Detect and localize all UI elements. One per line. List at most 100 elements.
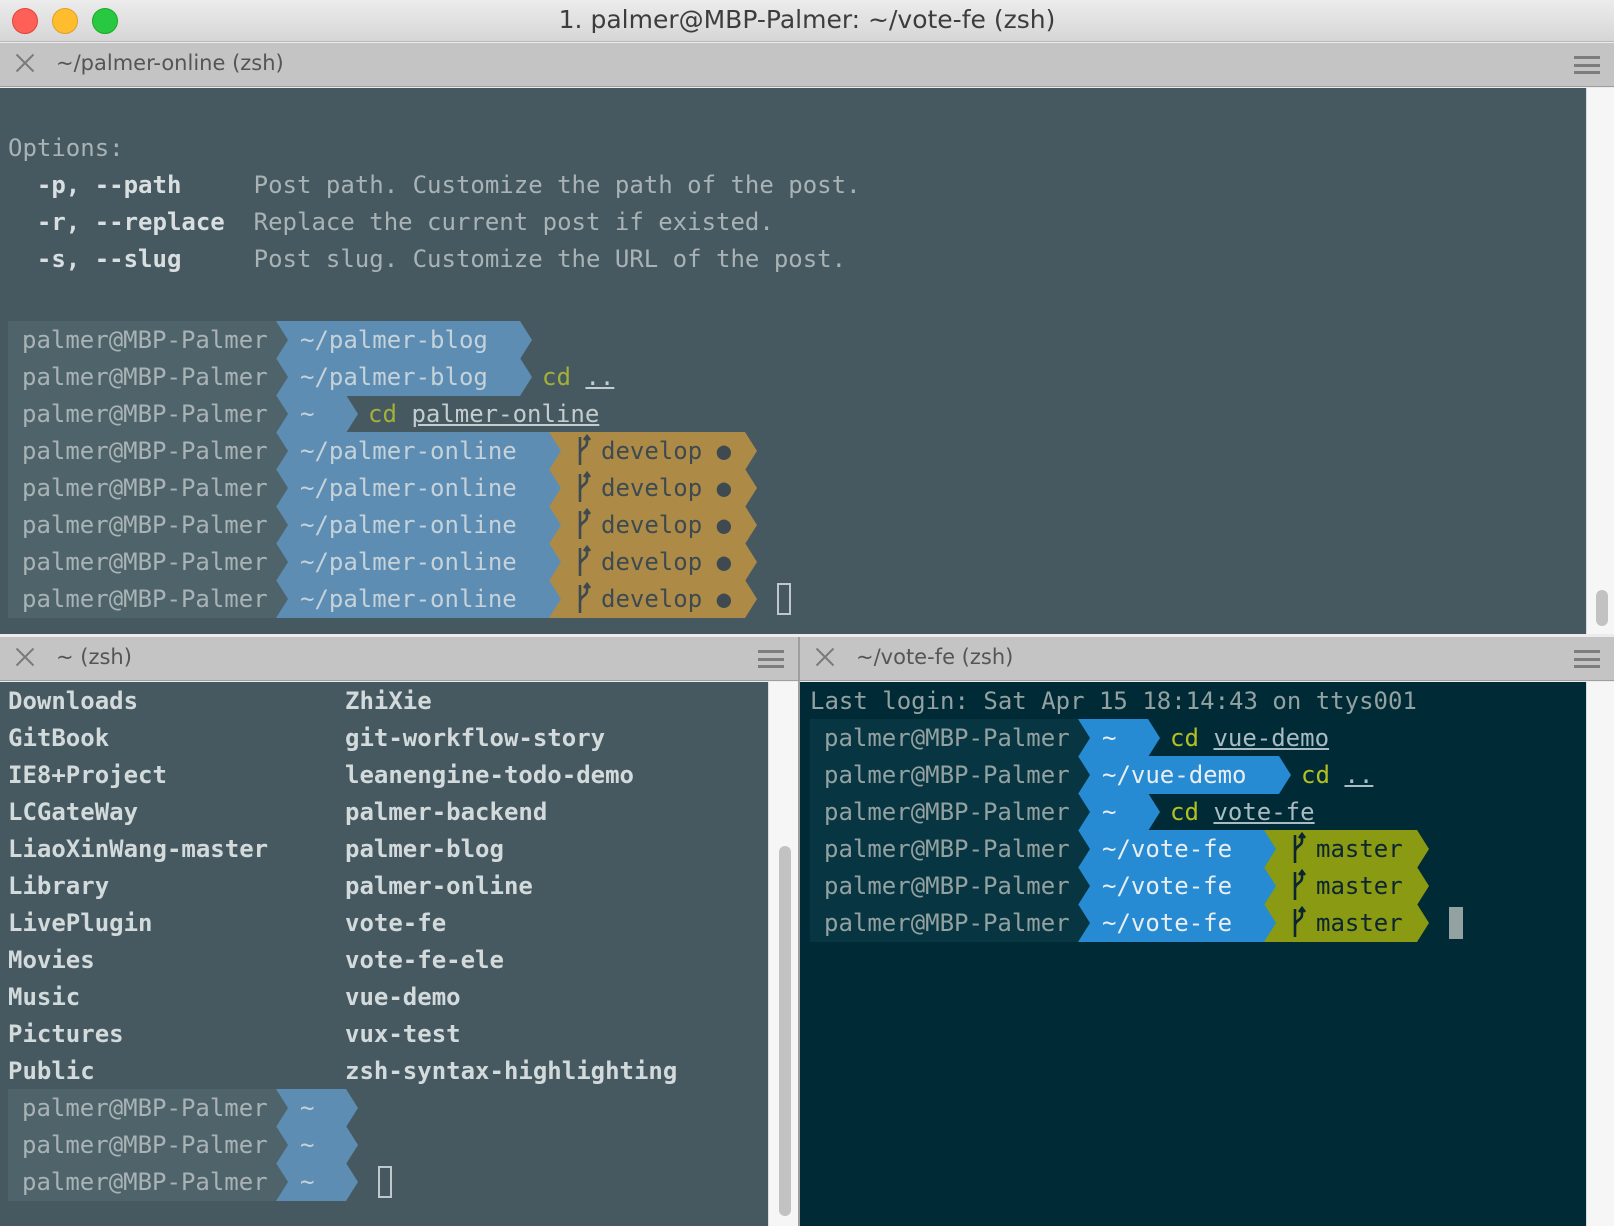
prompt-end-arrow xyxy=(1277,756,1291,794)
git-branch-icon xyxy=(1293,831,1306,863)
prompt-separator xyxy=(547,506,561,544)
listing-entry: GitBook xyxy=(8,724,110,752)
help-option-row: -p, --path Post path. Customize the path… xyxy=(8,166,861,204)
prompt-line: palmer@MBP-Palmer ~ cd vote-fe xyxy=(810,793,1586,831)
close-icon[interactable] xyxy=(814,646,836,668)
listing-entry: vux-test xyxy=(345,1020,461,1048)
prompt-line: palmer@MBP-Palmer ~/vote-fe master xyxy=(810,867,1586,905)
listing-entry: leanengine-todo-demo xyxy=(345,761,634,789)
scrollbar-bottom-right[interactable] xyxy=(1586,682,1614,1226)
prompt-argument: vue-demo xyxy=(1213,724,1330,752)
tab-palmer-online[interactable]: ~/palmer-online (zsh) xyxy=(0,43,1614,87)
prompt-separator xyxy=(547,543,561,581)
prompt-separator xyxy=(274,1126,292,1164)
prompt-argument: .. xyxy=(1344,761,1374,789)
close-icon[interactable] xyxy=(14,646,36,668)
prompt-host: palmer@MBP-Palmer xyxy=(810,756,1076,794)
prompt-end-arrow xyxy=(743,580,757,618)
prompt-path: ~/palmer-blog xyxy=(274,321,518,359)
prompt-line: palmer@MBP-Palmer ~/vote-fe master xyxy=(810,830,1586,868)
prompt-host: palmer@MBP-Palmer xyxy=(8,395,274,433)
listing-entry: ZhiXie xyxy=(345,687,432,715)
pane-menu-icon[interactable] xyxy=(758,650,784,668)
prompt-separator xyxy=(274,432,292,470)
scrollbar-bottom-left[interactable] xyxy=(768,682,798,1226)
prompt-end-arrow xyxy=(743,543,757,581)
prompt-command: cd xyxy=(542,363,571,391)
git-branch-icon xyxy=(578,470,591,502)
prompt-host: palmer@MBP-Palmer xyxy=(810,904,1076,942)
prompt-separator xyxy=(1262,867,1276,905)
option-flag: -r, --replace xyxy=(8,208,225,236)
listing-entry: Public xyxy=(8,1057,95,1085)
terminal-cursor xyxy=(777,583,791,615)
listing-entry: palmer-online xyxy=(345,872,533,900)
prompt-separator xyxy=(547,432,561,470)
prompt-path: ~/palmer-online xyxy=(274,469,547,507)
prompt-end-arrow xyxy=(344,1126,358,1164)
option-description: Post path. Customize the path of the pos… xyxy=(253,171,861,199)
prompt-separator xyxy=(547,469,561,507)
scrollbar-thumb[interactable] xyxy=(1596,590,1608,626)
option-flag: -s, --slug xyxy=(8,245,225,273)
listing-entry: Movies xyxy=(8,946,95,974)
prompt-argument: vote-fe xyxy=(1213,798,1315,826)
git-branch-icon xyxy=(1293,868,1306,900)
prompt-path: ~/palmer-online xyxy=(274,580,547,618)
tab-vote-fe[interactable]: ~/vote-fe (zsh) xyxy=(800,637,1614,681)
prompt-end-arrow xyxy=(344,1089,358,1127)
prompt-host: palmer@MBP-Palmer xyxy=(810,793,1076,831)
prompt-argument: palmer-online xyxy=(411,400,600,428)
prompt-host: palmer@MBP-Palmer xyxy=(8,543,274,581)
option-description: Post slug. Customize the URL of the post… xyxy=(253,245,847,273)
listing-entry: git-workflow-story xyxy=(345,724,606,752)
listing-entry: vote-fe xyxy=(345,909,447,937)
git-branch-icon xyxy=(1293,905,1306,937)
prompt-host: palmer@MBP-Palmer xyxy=(8,580,274,618)
close-icon[interactable] xyxy=(14,52,36,74)
prompt-separator xyxy=(1076,830,1094,868)
prompt-path: ~/vue-demo xyxy=(1076,756,1277,794)
prompt-line: palmer@MBP-Palmer ~/palmer-online develop … xyxy=(8,506,1586,544)
prompt-end-arrow xyxy=(1146,719,1160,757)
prompt-end-arrow xyxy=(743,469,757,507)
prompt-path: ~/palmer-online xyxy=(274,543,547,581)
prompt-end-arrow xyxy=(1415,830,1429,868)
prompt-line: palmer@MBP-Palmer ~/vue-demo cd.. xyxy=(810,756,1586,794)
terminal-pane-top[interactable]: Options: -p, --path Post path. Customize… xyxy=(0,88,1586,634)
listing-entry: LCGateWay xyxy=(8,798,139,826)
prompt-line: palmer@MBP-Palmer ~/palmer-online develop … xyxy=(8,469,1586,507)
prompt-separator xyxy=(1076,904,1094,942)
terminal-cursor xyxy=(1449,907,1463,939)
prompt-end-arrow xyxy=(1415,904,1429,942)
prompt-command: cd xyxy=(1301,761,1330,789)
help-heading: Options: xyxy=(8,134,124,162)
prompt-path: ~/vote-fe xyxy=(1076,904,1262,942)
window-title: 1. palmer@MBP-Palmer: ~/vote-fe (zsh) xyxy=(558,5,1056,34)
prompt-end-arrow xyxy=(344,1163,358,1201)
terminal-pane-bottom-right[interactable]: Last login: Sat Apr 15 18:14:43 on ttys0… xyxy=(800,682,1586,1226)
prompt-branch: master xyxy=(1262,867,1415,905)
prompt-path: ~/palmer-online xyxy=(274,506,547,544)
window-titlebar: 1. palmer@MBP-Palmer: ~/vote-fe (zsh) xyxy=(0,0,1614,42)
prompt-branch: master xyxy=(1262,830,1415,868)
terminal-pane-bottom-left[interactable]: Downloads GitBook IE8+Project LCGateWay Liao… xyxy=(0,682,768,1226)
prompt-end-arrow xyxy=(1415,867,1429,905)
prompt-separator xyxy=(274,543,292,581)
scrollbar-top[interactable] xyxy=(1586,88,1614,634)
prompt-host: palmer@MBP-Palmer xyxy=(8,1163,274,1201)
listing-entry: Downloads xyxy=(8,687,139,715)
listing-entry: LiaoXinWang-master xyxy=(8,835,269,863)
scrollbar-thumb[interactable] xyxy=(779,846,791,1216)
pane-menu-icon[interactable] xyxy=(1574,650,1600,668)
pane-menu-icon[interactable] xyxy=(1574,56,1600,74)
prompt-end-arrow xyxy=(743,506,757,544)
prompt-command: cd xyxy=(368,400,397,428)
prompt-separator xyxy=(274,321,292,359)
prompt-separator xyxy=(274,1163,292,1201)
prompt-host: palmer@MBP-Palmer xyxy=(810,867,1076,905)
terminal-cursor xyxy=(378,1166,392,1198)
tab-home[interactable]: ~ (zsh) xyxy=(0,637,798,681)
listing-entry: Pictures xyxy=(8,1020,124,1048)
option-flag: -p, --path xyxy=(8,171,225,199)
